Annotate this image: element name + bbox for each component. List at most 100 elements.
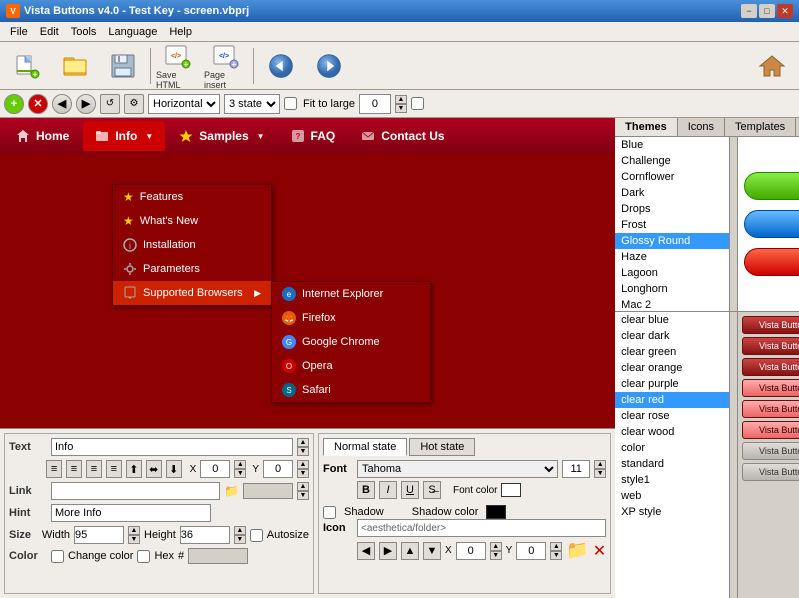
refresh-button[interactable]: ↺ [100,94,120,114]
icon-x-input[interactable] [456,542,486,560]
subtheme-xp[interactable]: XP style [615,504,729,520]
page-insert-button[interactable]: </> + Page insert [203,45,249,87]
icon-delete-button[interactable]: ✕ [593,541,606,561]
browser-firefox[interactable]: 🦊 Firefox [272,306,430,330]
text-down[interactable]: ▼ [297,447,309,456]
font-size-input[interactable] [562,460,590,478]
icon-y-input[interactable] [516,542,546,560]
dd-browsers[interactable]: Supported Browsers ▶ e Internet Explorer… [113,281,271,305]
align-center-button[interactable]: ≡ [66,460,82,478]
theme-mac2[interactable]: Mac 2 [615,297,729,311]
y-up[interactable]: ▲ [297,460,309,469]
subtheme-clear-dark[interactable]: clear dark [615,328,729,344]
title-controls[interactable]: − □ ✕ [741,4,793,18]
y-down[interactable]: ▼ [297,469,309,478]
hex-checkbox[interactable] [137,550,150,563]
browser-ie[interactable]: e Internet Explorer [272,282,430,306]
home-button[interactable] [749,45,795,87]
width-input[interactable] [74,526,124,544]
vb-dark-1[interactable]: Vista Buttons 1 [742,316,799,334]
italic-button[interactable]: I [379,481,397,499]
settings-button[interactable]: ⚙ [124,94,144,114]
state-select[interactable]: 3 state 2 state 1 state [224,94,280,114]
width-up[interactable]: ▲ [128,526,140,535]
subtheme-clear-green[interactable]: clear green [615,344,729,360]
theme-drops[interactable]: Drops [615,201,729,217]
nav-info-item[interactable]: Info ▼ [83,121,165,151]
save-button[interactable] [100,45,146,87]
icon-browse-button[interactable]: 📁 [566,540,588,561]
font-size-down[interactable]: ▼ [594,469,606,478]
browser-safari[interactable]: S Safari [272,378,430,402]
nav-right-button[interactable]: ▶ [76,94,96,114]
icon-left-button[interactable]: ◀ [357,542,375,560]
align-left-button[interactable]: ≡ [46,460,62,478]
x-up[interactable]: ▲ [234,460,246,469]
vb-light-3[interactable]: Vista Buttons 3 [742,421,799,439]
icon-x-up[interactable]: ▲ [490,542,502,551]
subtheme-style1[interactable]: style1 [615,472,729,488]
browser-chrome[interactable]: G Google Chrome [272,330,430,354]
subtheme-web[interactable]: web [615,488,729,504]
font-select[interactable]: Tahoma Arial Times New Roman [357,460,558,478]
fit-large-checkbox[interactable] [284,97,297,110]
text-up[interactable]: ▲ [297,438,309,447]
nav-home-item[interactable]: Home [4,121,81,151]
browser-opera[interactable]: O Opera [272,354,430,378]
theme-lagoon[interactable]: Lagoon [615,265,729,281]
vb-light-2[interactable]: Vista Buttons 2 [742,400,799,418]
icon-y-up[interactable]: ▲ [550,542,562,551]
subtheme-clear-blue[interactable]: clear blue [615,312,729,328]
extra-checkbox[interactable] [411,97,424,110]
dd-parameters[interactable]: Parameters [113,257,271,281]
orientation-select[interactable]: Horizontal Vertical [148,94,220,114]
link-input[interactable] [51,482,220,500]
icon-right-button[interactable]: ▶ [379,542,397,560]
theme-cornflower[interactable]: Cornflower [615,169,729,185]
shadow-color-swatch[interactable] [486,505,506,519]
icon-up-button[interactable]: ▲ [401,542,419,560]
bold-button[interactable]: B [357,481,375,499]
subtheme-clear-orange[interactable]: clear orange [615,360,729,376]
preview-green-button[interactable] [744,172,799,200]
menu-edit[interactable]: Edit [34,24,65,40]
preview-blue-button[interactable] [744,210,799,238]
fit-up-button[interactable]: ▲ [395,95,407,104]
link-folder-icon[interactable]: 📁 [224,484,239,498]
menu-help[interactable]: Help [163,24,198,40]
x-input[interactable] [200,460,230,478]
subthemes-scrollbar[interactable] [730,312,738,598]
theme-blue[interactable]: Blue [615,137,729,153]
add-button[interactable]: + [4,94,24,114]
maximize-button[interactable]: □ [759,4,775,18]
hot-state-tab[interactable]: Hot state [409,438,475,456]
align-middle-button[interactable]: ⬌ [146,460,162,478]
themes-tab[interactable]: Themes [615,118,678,136]
theme-dark[interactable]: Dark [615,185,729,201]
preview-red-button[interactable] [744,248,799,276]
templates-tab[interactable]: Templates [725,118,796,136]
forward-button[interactable] [306,45,352,87]
subtheme-clear-red[interactable]: clear red [615,392,729,408]
autosize-checkbox[interactable] [250,529,263,542]
nav-faq-item[interactable]: ? FAQ [279,121,348,151]
nav-contact-item[interactable]: Contact Us [349,121,456,151]
dd-features[interactable]: ★ Features [113,185,271,209]
color-swatch[interactable] [188,548,248,564]
hint-input[interactable] [51,504,211,522]
align-justify-button[interactable]: ≡ [106,460,122,478]
dd-installation[interactable]: i Installation [113,233,271,257]
align-top-button[interactable]: ⬆ [126,460,142,478]
vb-gray-2[interactable]: Vista Buttons 2 [742,463,799,481]
x-down[interactable]: ▼ [234,469,246,478]
theme-longhorn[interactable]: Longhorn [615,281,729,297]
subtheme-clear-purple[interactable]: clear purple [615,376,729,392]
font-size-up[interactable]: ▲ [594,460,606,469]
menu-tools[interactable]: Tools [65,24,103,40]
theme-haze[interactable]: Haze [615,249,729,265]
link-color-swatch[interactable] [243,483,293,499]
subtheme-clear-rose[interactable]: clear rose [615,408,729,424]
fit-down-button[interactable]: ▼ [395,104,407,113]
link-up[interactable]: ▲ [297,482,309,491]
shadow-checkbox[interactable] [323,506,336,519]
